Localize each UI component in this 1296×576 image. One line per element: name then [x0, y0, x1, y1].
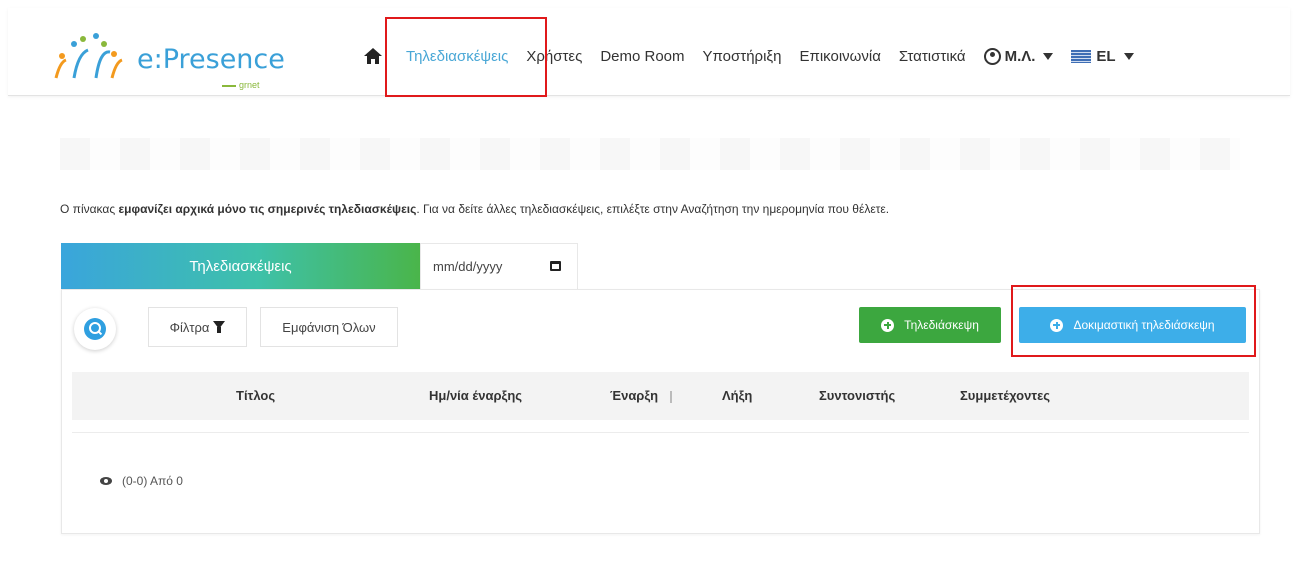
show-all-button[interactable]: Εμφάνιση Όλων [260, 307, 398, 347]
col-start-time[interactable]: Έναρξη [610, 388, 673, 403]
main-nav: Τηλεδιασκέψεις Χρήστες Demo Room Υποστήρ… [362, 46, 1152, 66]
plus-circle-icon [1050, 318, 1064, 332]
user-menu[interactable]: Μ.Λ. [983, 47, 1054, 65]
col-end-time[interactable]: Λήξη [722, 388, 752, 403]
brand-sub: grnet [222, 80, 260, 90]
info-text: Ο πίνακας εμφανίζει αρχικά μόνο τις σημε… [60, 202, 889, 216]
new-conference-label: Τηλεδιάσκεψη [904, 318, 979, 332]
language-menu[interactable]: EL [1071, 47, 1134, 65]
home-icon[interactable] [362, 46, 384, 66]
epresence-logo[interactable]: e:Presence grnet [52, 30, 302, 90]
filter-icon [213, 321, 226, 333]
brand-name: e:Presence [137, 44, 285, 75]
flag-icon [1071, 49, 1092, 63]
sort-icon [670, 390, 673, 403]
logo-people-icon [54, 33, 123, 79]
nav-demo-room[interactable]: Demo Room [600, 48, 684, 65]
date-picker[interactable]: mm/dd/yyyy [420, 243, 578, 289]
date-placeholder: mm/dd/yyyy [433, 259, 503, 274]
language-code: EL [1096, 47, 1116, 65]
table-header: Τίτλος Ημ/νία έναρξης Έναρξη Λήξη Συντον… [72, 372, 1249, 420]
test-conference-label: Δοκιμαστική τηλεδιάσκεψη [1073, 318, 1215, 332]
filters-button[interactable]: Φίλτρα [148, 307, 247, 347]
pagination-text: (0-0) Από 0 [122, 474, 183, 488]
search-button[interactable] [74, 308, 116, 350]
nav-statistics[interactable]: Στατιστικά [899, 48, 966, 65]
col-start-time-label: Έναρξη [610, 388, 659, 403]
nav-contact[interactable]: Επικοινωνία [799, 48, 880, 65]
col-title[interactable]: Τίτλος [236, 388, 275, 403]
filters-label: Φίλτρα [169, 319, 210, 335]
chevron-down-icon [1123, 52, 1134, 60]
nav-support[interactable]: Υποστήριξη [703, 48, 782, 65]
eye-icon [100, 477, 112, 485]
nav-conferences[interactable]: Τηλεδιασκέψεις [406, 48, 508, 65]
new-conference-button[interactable]: Τηλεδιάσκεψη [859, 307, 1001, 343]
nav-users[interactable]: Χρήστες [526, 48, 582, 65]
col-participants[interactable]: Συμμετέχοντες [960, 388, 1050, 403]
plus-circle-icon [881, 318, 895, 332]
info-suffix: . Για να δείτε άλλες τηλεδιασκέψεις, επι… [416, 202, 890, 216]
col-moderator[interactable]: Συντονιστής [819, 388, 895, 403]
faded-banner [60, 138, 1240, 170]
user-initials: Μ.Λ. [1004, 47, 1036, 65]
info-prefix: Ο πίνακας [60, 202, 119, 216]
test-conference-button[interactable]: Δοκιμαστική τηλεδιάσκεψη [1019, 307, 1246, 343]
navbar: e:Presence grnet Τηλεδιασκέψεις Χρήστες … [8, 8, 1290, 96]
info-bold: εμφανίζει αρχικά μόνο τις σημερινές τηλε… [118, 202, 417, 216]
table-divider [72, 432, 1249, 433]
calendar-icon[interactable] [550, 261, 561, 271]
search-icon [84, 318, 106, 340]
conferences-panel: Φίλτρα Εμφάνιση Όλων Τηλεδιάσκεψη Δοκιμα… [61, 289, 1260, 534]
pagination-info: (0-0) Από 0 [100, 474, 183, 488]
col-start-date[interactable]: Ημ/νία έναρξης [429, 388, 522, 403]
chevron-down-icon [1043, 52, 1054, 60]
tab-conferences[interactable]: Τηλεδιασκέψεις [61, 243, 420, 289]
user-icon [983, 47, 1001, 65]
